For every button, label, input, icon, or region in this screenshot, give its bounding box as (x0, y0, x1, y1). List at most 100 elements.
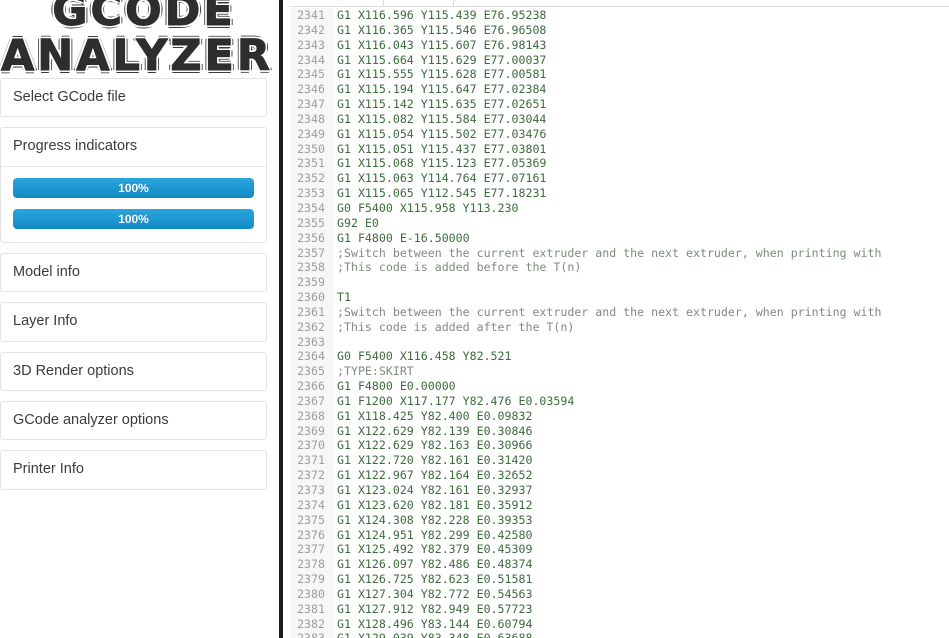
gcode-line[interactable]: 2383G1 X129.039 Y83.348 E0.63688 (290, 631, 949, 638)
gcode-line[interactable]: 2345 G1 X115.555 Y115.628 E77.00581 (290, 67, 949, 83)
gcode-line[interactable]: 2352 G1 X115.063 Y114.764 E77.07161 (290, 171, 949, 187)
gcode-line[interactable]: 2355 G92 E0 (290, 215, 949, 231)
gcode-line-number: 2345 (290, 67, 334, 83)
progress-bar-1: 100% (13, 177, 254, 198)
panel-layer-info[interactable]: Layer Info (0, 302, 267, 342)
gcode-comment-text: ;This code is added before the T(n) (337, 260, 582, 275)
gcode-line-number: 2357 (290, 245, 334, 261)
gcode-line[interactable]: 2356 G1 F4800 E-16.50000 (290, 230, 949, 246)
gcode-line[interactable]: 2353 G1 X115.065 Y112.545 E77.18231 (290, 186, 949, 201)
gcode-command-text: G1 X122.629 Y82.139 E0.30846 (337, 423, 533, 438)
gcode-command-text: G1 F1200 X117.177 Y82.476 E0.03594 (337, 393, 575, 408)
panel-body-progress-indicators: 100% 100% (1, 165, 266, 242)
gcode-line[interactable]: 2348 G1 X115.082 Y115.584 E77.03044 (290, 111, 949, 127)
gcode-command-text: G1 X127.912 Y82.949 E0.57723 (337, 601, 533, 616)
gcode-line-number: 2358 (290, 260, 334, 276)
panel-header-model-info[interactable]: Model info (1, 254, 266, 291)
panel-header-printer-info[interactable]: Printer Info (1, 451, 266, 488)
gcode-command-text: G1 X127.304 Y82.772 E0.54563 (337, 586, 533, 601)
gcode-line[interactable]: 2358 ;This code is added before the T(n) (290, 260, 949, 276)
gcode-line[interactable]: 2366 G1 F4800 E0.00000 (290, 379, 949, 394)
gcode-line[interactable]: 2357 ;Switch between the current extruder… (290, 245, 949, 261)
gcode-line[interactable]: 2342 G1 X116.365 Y115.546 E76.96508 (290, 22, 949, 38)
panel-header-layer-info[interactable]: Layer Info (1, 303, 266, 340)
gcode-command-text: G0 F5400 X116.458 Y82.521 (337, 349, 512, 364)
gcode-line[interactable]: 2381 G1 X127.912 Y82.949 E0.57723 (290, 601, 949, 617)
gcode-command-text: G1 X115.555 Y115.628 E77.00581 (337, 67, 547, 82)
gcode-line[interactable]: 2365 ;TYPE:SKIRT (290, 364, 949, 380)
gcode-line[interactable]: 2354 G0 F5400 X115.958 Y113.230 (290, 200, 949, 216)
gcode-line[interactable]: 2362 ;This code is added after the T(n) (290, 319, 949, 335)
gcode-command-text: G1 X126.097 Y82.486 E0.48374 (337, 557, 533, 572)
gcode-line[interactable]: 2349 G1 X115.054 Y115.502 E77.03476 (290, 126, 949, 142)
gcode-line[interactable]: 2369 G1 X122.629 Y82.139 E0.30846 (290, 423, 949, 439)
gcode-line[interactable]: 2375 G1 X124.308 Y82.228 E0.39353 (290, 512, 949, 528)
gcode-line[interactable]: 2379 G1 X126.725 Y82.623 E0.51581 (290, 572, 949, 587)
gcode-line[interactable]: 2344 G1 X115.664 Y115.629 E77.00037 (290, 52, 949, 68)
panel-header-gcode-analyzer-options[interactable]: GCode analyzer options (1, 402, 266, 439)
gcode-line[interactable]: 2367 G1 F1200 X117.177 Y82.476 E0.03594 (290, 393, 949, 409)
panel-header-progress-indicators[interactable]: Progress indicators (1, 128, 266, 165)
gcode-line-number: 2343 (290, 37, 334, 53)
gcode-analyzer-window: GCODE ANALYZER Select GCode file Progres… (0, 0, 949, 638)
gcode-line-number: 2360 (290, 290, 334, 305)
gcode-line[interactable]: 2368 G1 X118.425 Y82.400 E0.09832 (290, 408, 949, 424)
gcode-line[interactable]: 2347 G1 X115.142 Y115.635 E77.02651 (290, 97, 949, 112)
panel-gcode-analyzer-options[interactable]: GCode analyzer options (0, 400, 267, 441)
gcode-command-text: G1 X122.720 Y82.161 E0.31420 (337, 453, 533, 468)
gcode-line[interactable]: 2364 G0 F5400 X116.458 Y82.521 (290, 349, 949, 365)
panel-model-info[interactable]: Model info (0, 252, 267, 293)
gcode-line[interactable]: 2372 G1 X122.967 Y82.164 E0.32652 (290, 468, 949, 483)
gcode-command-text: G1 X115.142 Y115.635 E77.02651 (337, 97, 547, 112)
gcode-command-text: G1 F4800 E0.00000 (337, 379, 456, 394)
panel-printer-info[interactable]: Printer Info (0, 450, 267, 490)
gcode-command-text: G1 X115.054 Y115.502 E77.03476 (337, 126, 547, 141)
tab-about[interactable]: About (454, 0, 518, 6)
tab-3d[interactable]: 3D (337, 0, 384, 6)
gcode-line-number: 2369 (290, 423, 334, 439)
app-logo: GCODE ANALYZER (0, 0, 279, 78)
gcode-line[interactable]: 2351 G1 X115.068 Y115.123 E77.05369 (290, 156, 949, 172)
panel-header-3d-render-options[interactable]: 3D Render options (1, 353, 266, 390)
gcode-line-number: 2373 (290, 483, 334, 498)
gcode-line[interactable]: 2363 (290, 334, 949, 350)
gcode-line-number: 2367 (290, 393, 334, 409)
tab-gcode[interactable]: GCode (383, 0, 455, 6)
gcode-command-text: G1 X124.951 Y82.299 E0.42580 (337, 527, 533, 542)
gcode-line[interactable]: 2377 G1 X125.492 Y82.379 E0.45309 (290, 542, 949, 558)
gcode-line-number: 2370 (290, 438, 334, 454)
gcode-command-text: G1 X129.039 Y83.348 E0.63688 (334, 631, 532, 638)
gcode-command-text: G1 X123.620 Y82.181 E0.35912 (337, 497, 533, 512)
gcode-command-text: G1 X115.664 Y115.629 E77.00037 (337, 52, 547, 67)
gcode-line[interactable]: 2341 G1 X116.596 Y115.439 E76.95238 (290, 8, 949, 23)
gcode-line-number: 2380 (290, 586, 334, 602)
gcode-line[interactable]: 2374 G1 X123.620 Y82.181 E0.35912 (290, 497, 949, 513)
gcode-line[interactable]: 2360 T1 (290, 290, 949, 305)
gcode-line[interactable]: 2350 G1 X115.051 Y115.437 E77.03801 (290, 141, 949, 157)
gcode-line[interactable]: 2346 G1 X115.194 Y115.647 E77.02384 (290, 82, 949, 98)
gcode-line[interactable]: 2380 G1 X127.304 Y82.772 E0.54563 (290, 586, 949, 602)
gcode-line[interactable]: 2373 G1 X123.024 Y82.161 E0.32937 (290, 483, 949, 498)
gcode-line[interactable]: 2343 G1 X116.043 Y115.607 E76.98143 (290, 37, 949, 53)
gcode-line[interactable]: 2378 G1 X126.097 Y82.486 E0.48374 (290, 557, 949, 573)
gcode-command-text: G0 F5400 X115.958 Y113.230 (337, 200, 519, 215)
gcode-command-text: G1 X116.365 Y115.546 E76.96508 (337, 22, 547, 37)
gcode-line-number: 2371 (290, 453, 334, 469)
progress-bar-2: 100% (13, 208, 254, 229)
panel-header-select-gcode-file[interactable]: Select GCode file (1, 79, 266, 116)
gcode-line-number: 2374 (290, 497, 334, 513)
gcode-line[interactable]: 2361 ;Switch between the current extruder… (290, 304, 949, 320)
gcode-command-text: G1 X115.051 Y115.437 E77.03801 (337, 141, 547, 156)
panel-3d-render-options[interactable]: 3D Render options (0, 351, 267, 391)
gcode-line[interactable]: 2359 (290, 275, 949, 291)
tab-2d[interactable]: 2D (290, 0, 337, 6)
panel-select-gcode-file[interactable]: Select GCode file (0, 78, 267, 118)
gcode-line[interactable]: 2370 G1 X122.629 Y82.163 E0.30966 (290, 438, 949, 454)
panel-progress-indicators[interactable]: Progress indicators 100% 100% (0, 127, 267, 243)
gcode-line-number: 2347 (290, 97, 334, 112)
gcode-line[interactable]: 2371 G1 X122.720 Y82.161 E0.31420 (290, 453, 949, 469)
gcode-line[interactable]: 2382 G1 X128.496 Y83.144 E0.60794 (290, 616, 949, 632)
gcode-listing[interactable]: 2341 G1 X116.596 Y115.439 E76.95238 2342 G1… (290, 8, 949, 638)
gcode-command-text: G1 X115.065 Y112.545 E77.18231 (337, 186, 547, 201)
gcode-line[interactable]: 2376 G1 X124.951 Y82.299 E0.42580 (290, 527, 949, 543)
